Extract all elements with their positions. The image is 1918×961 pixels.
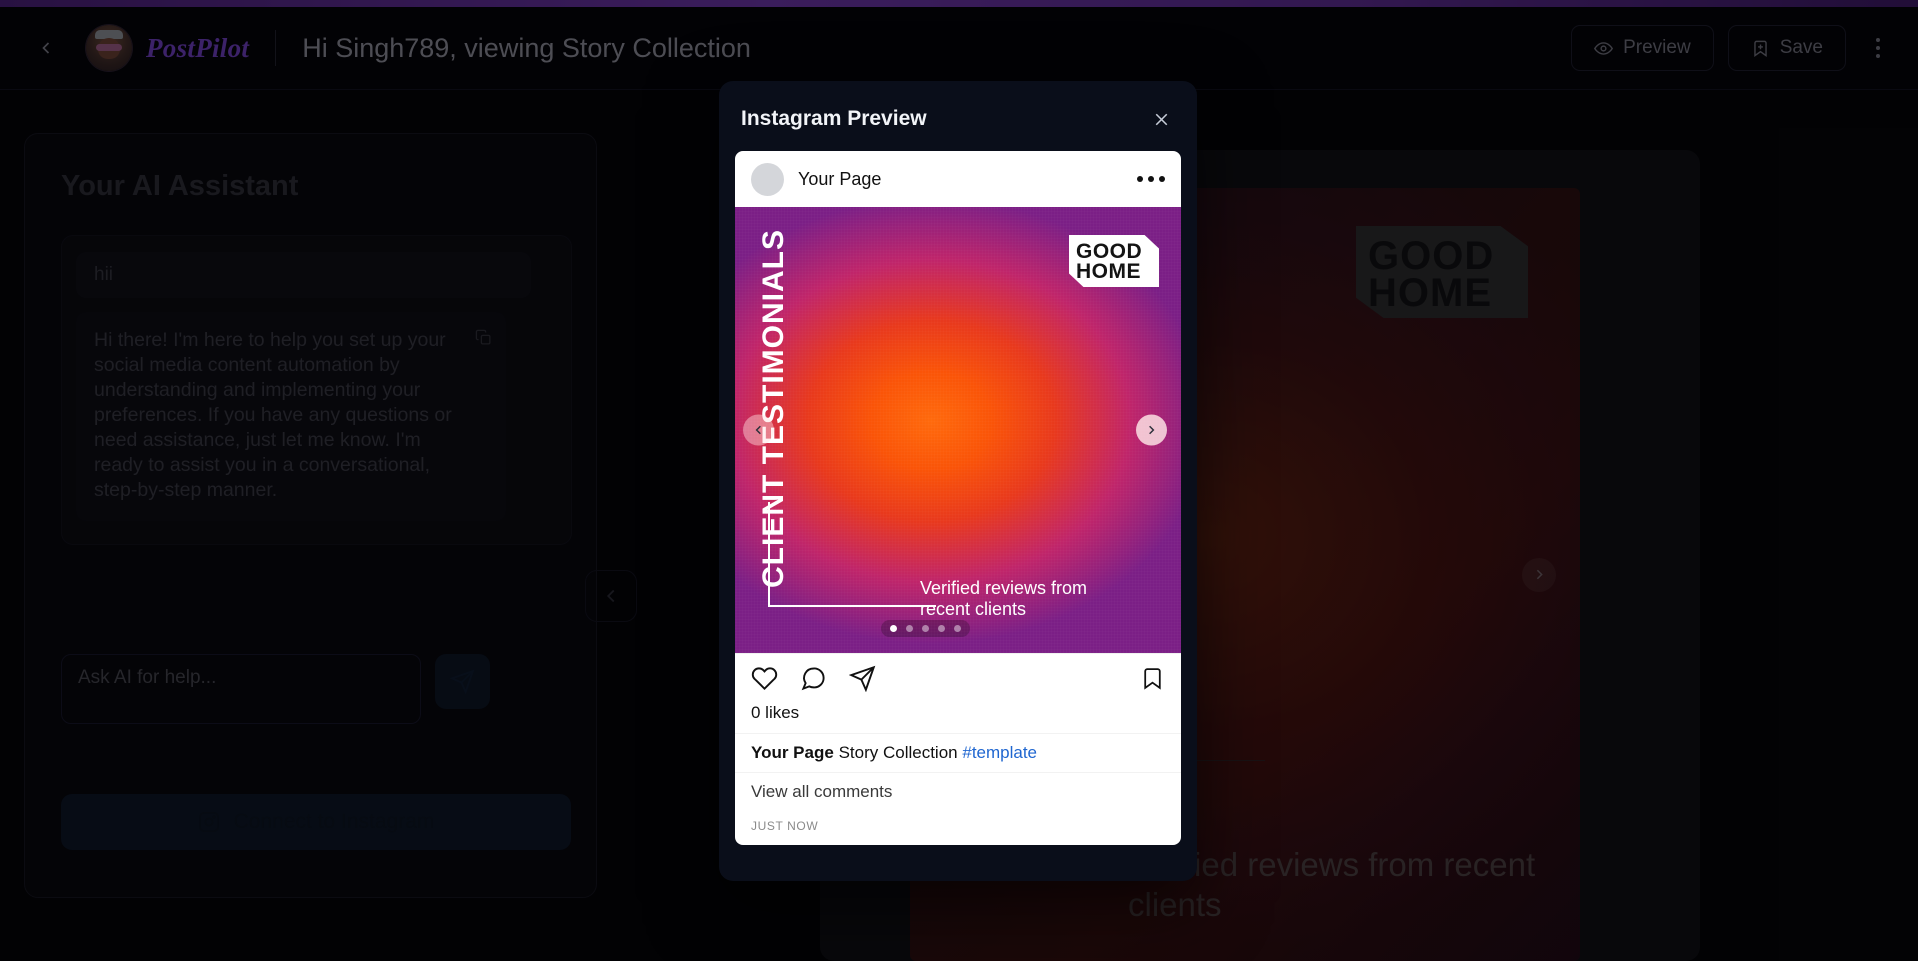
carousel-prev-button[interactable] (743, 414, 774, 446)
slide-vertical-title: CLIENT TESTIMONIALS (757, 229, 790, 588)
modal-header: Instagram Preview (735, 97, 1181, 151)
carousel-dot[interactable] (954, 625, 961, 632)
carousel-dot[interactable] (890, 625, 897, 632)
instagram-preview-modal: Instagram Preview Your Page CLIENT TESTI… (719, 81, 1197, 881)
post-avatar (751, 162, 784, 196)
post-caption-hashtag[interactable]: #template (962, 743, 1037, 762)
carousel-dot[interactable] (922, 625, 929, 632)
post-username: Your Page (798, 168, 882, 189)
share-icon[interactable] (849, 665, 876, 692)
post-menu-button[interactable] (1137, 176, 1165, 182)
chevron-left-icon (755, 425, 761, 435)
slide-decor-horizontal-line (768, 605, 936, 607)
post-caption-text: Story Collection (838, 743, 958, 762)
carousel-dot[interactable] (938, 625, 945, 632)
close-button[interactable] (1147, 105, 1175, 133)
carousel-dots (881, 620, 970, 637)
slide-caption: Verified reviews from recent clients (920, 577, 1088, 620)
slide-decor-vertical-line (768, 502, 770, 607)
heart-icon[interactable] (751, 665, 778, 692)
slide-brand-logo-line1: GOOD (1076, 240, 1143, 263)
view-all-comments-link[interactable]: View all comments (735, 772, 1181, 811)
comment-icon[interactable] (800, 665, 827, 692)
bookmark-icon[interactable] (1140, 666, 1165, 691)
post-action-bar (735, 653, 1181, 703)
post-image: CLIENT TESTIMONIALS GOOD HOME Verified r… (735, 207, 1181, 653)
slide-brand-logo: GOOD HOME (1069, 235, 1159, 287)
carousel-dot[interactable] (906, 625, 913, 632)
post-caption-row: Your Page Story Collection #template (735, 733, 1181, 772)
post-caption-author: Your Page (751, 743, 834, 762)
instagram-post-card: Your Page CLIENT TESTIMONIALS GOOD HOME … (735, 151, 1181, 845)
post-timestamp: JUST NOW (751, 819, 819, 833)
carousel-next-button[interactable] (1136, 414, 1167, 446)
slide-brand-logo-line2: HOME (1076, 259, 1141, 283)
close-icon (1155, 113, 1167, 125)
chevron-right-icon (1149, 425, 1155, 435)
more-dots-icon (1137, 176, 1143, 182)
post-header: Your Page (735, 151, 1181, 207)
modal-title: Instagram Preview (741, 107, 927, 130)
post-likes: 0 likes (751, 703, 800, 722)
